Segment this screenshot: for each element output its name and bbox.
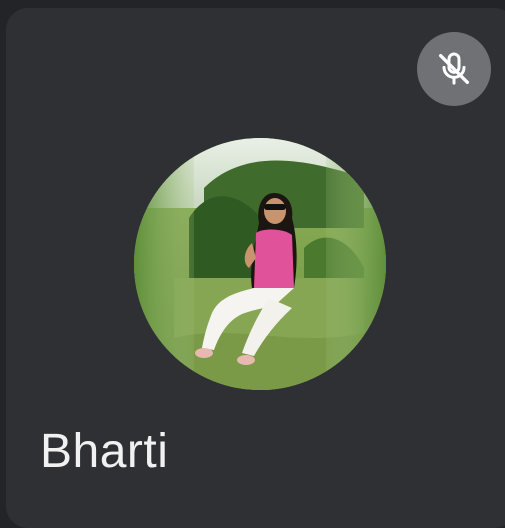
- profile-photo: [134, 138, 386, 390]
- mic-off-icon: [439, 52, 469, 85]
- participant-tile[interactable]: Bharti: [6, 8, 505, 528]
- avatar: [134, 138, 386, 390]
- mic-muted-indicator[interactable]: [417, 32, 491, 106]
- participant-name: Bharti: [40, 425, 169, 478]
